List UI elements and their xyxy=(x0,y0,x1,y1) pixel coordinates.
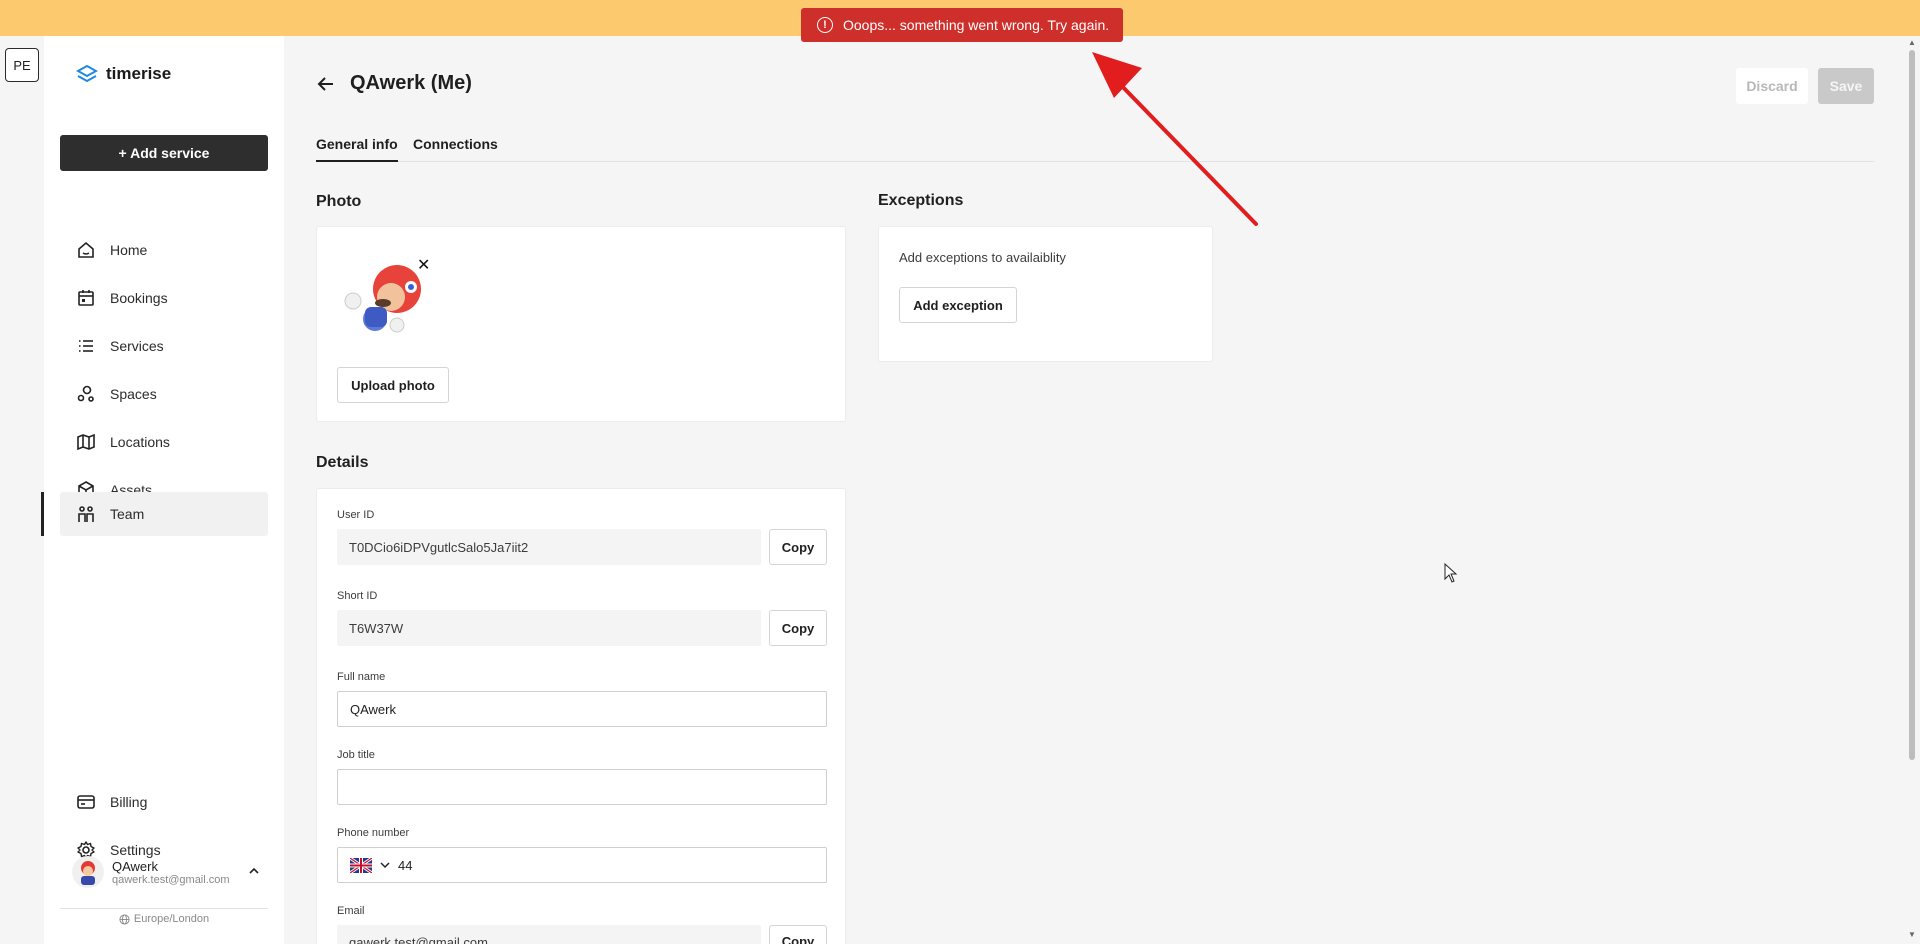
credit-card-icon xyxy=(76,792,96,812)
globe-icon xyxy=(119,913,130,925)
user-name: QAwerk xyxy=(112,858,158,874)
sidebar-item-label: Home xyxy=(110,242,148,258)
sidebar-item-bookings[interactable]: Bookings xyxy=(60,276,268,320)
uk-flag-icon xyxy=(350,857,372,873)
photo-section-title: Photo xyxy=(316,193,362,210)
page-title: QAwerk (Me) xyxy=(350,72,472,94)
timezone-indicator[interactable]: Europe/London xyxy=(60,913,268,925)
list-icon xyxy=(76,336,96,356)
toast-message: Ooops... something went wrong. Try again… xyxy=(843,17,1110,33)
page-scrollbar[interactable]: ▲ ▼ xyxy=(1904,36,1920,944)
sidebar-item-label: Spaces xyxy=(110,386,157,402)
exceptions-description: Add exceptions to availaiblity xyxy=(899,250,1066,265)
user-avatar xyxy=(72,856,104,888)
job-title-label: Job title xyxy=(337,749,375,761)
short-id-label: Short ID xyxy=(337,590,378,602)
copy-user-id-button[interactable]: Copy xyxy=(769,529,827,565)
short-id-field: T6W37W xyxy=(337,610,761,646)
user-menu[interactable]: QAwerk qawerk.test@gmail.com xyxy=(72,852,268,892)
sidebar-item-label: Billing xyxy=(110,794,148,810)
sidebar-item-services[interactable]: Services xyxy=(60,324,268,368)
home-icon xyxy=(76,240,96,260)
chevron-up-icon[interactable] xyxy=(248,864,260,882)
spaces-icon xyxy=(76,384,96,404)
user-email: qawerk.test@gmail.com xyxy=(112,873,230,886)
details-section-title: Details xyxy=(316,454,369,471)
sidebar: timerise + Add service Home Bookings Ser… xyxy=(41,36,284,944)
phone-number-field: 44 xyxy=(337,847,827,883)
add-exception-button[interactable]: Add exception xyxy=(899,287,1017,323)
sidebar-item-team[interactable]: Team xyxy=(60,492,268,536)
discard-button[interactable]: Discard xyxy=(1736,68,1808,104)
photo-card: ✕ Upload photo xyxy=(316,226,846,422)
sidebar-item-label: Services xyxy=(110,338,164,354)
email-label: Email xyxy=(337,905,365,917)
chevron-down-icon xyxy=(380,862,390,869)
sidebar-item-spaces[interactable]: Spaces xyxy=(60,372,268,416)
timerise-logo-icon xyxy=(76,65,98,83)
sidebar-item-label: Team xyxy=(110,506,145,522)
map-icon xyxy=(76,432,96,452)
alert-circle-icon: ! xyxy=(817,17,833,33)
save-button[interactable]: Save xyxy=(1818,68,1874,104)
calendar-icon xyxy=(76,288,96,308)
job-title-input[interactable] xyxy=(337,769,827,805)
active-nav-indicator xyxy=(41,492,44,536)
workspace-switcher-button[interactable]: PE xyxy=(5,48,39,82)
add-service-button[interactable]: + Add service xyxy=(60,135,268,171)
scroll-up-icon[interactable]: ▲ xyxy=(1908,38,1916,47)
error-toast: ! Ooops... something went wrong. Try aga… xyxy=(801,8,1124,42)
remove-photo-icon[interactable]: ✕ xyxy=(417,255,430,275)
sidebar-item-billing[interactable]: Billing xyxy=(60,780,268,824)
exceptions-card: Add exceptions to availaiblity Add excep… xyxy=(878,226,1213,362)
details-card: User ID T0DCio6iDPVgutlcSalo5Ja7iit2 Cop… xyxy=(316,488,846,944)
mouse-cursor-icon xyxy=(1444,563,1458,583)
back-arrow-icon[interactable] xyxy=(316,74,336,99)
user-id-label: User ID xyxy=(337,509,375,521)
sidebar-item-home[interactable]: Home xyxy=(60,228,268,272)
phone-number-input[interactable]: 44 xyxy=(398,858,412,873)
team-icon xyxy=(76,504,96,524)
exceptions-section-title: Exceptions xyxy=(878,192,964,209)
user-id-field: T0DCio6iDPVgutlcSalo5Ja7iit2 xyxy=(337,529,761,565)
timezone-label: Europe/London xyxy=(133,913,210,925)
tab-general-info[interactable]: General info xyxy=(316,136,398,162)
sidebar-item-label: Locations xyxy=(110,434,170,450)
brand-name: timerise xyxy=(106,64,172,83)
scroll-down-icon[interactable]: ▼ xyxy=(1908,930,1916,939)
scroll-thumb[interactable] xyxy=(1909,50,1915,760)
country-code-select[interactable] xyxy=(350,857,390,873)
full-name-input[interactable]: QAwerk xyxy=(337,691,827,727)
copy-email-button[interactable]: Copy xyxy=(769,925,827,944)
divider xyxy=(60,908,268,909)
upload-photo-button[interactable]: Upload photo xyxy=(337,367,449,403)
tab-connections[interactable]: Connections xyxy=(413,136,498,162)
brand-logo[interactable]: timerise xyxy=(76,64,171,84)
phone-number-label: Phone number xyxy=(337,827,410,839)
copy-short-id-button[interactable]: Copy xyxy=(769,610,827,646)
workspace-rail: PE xyxy=(0,36,44,944)
sidebar-item-label: Bookings xyxy=(110,290,168,306)
sidebar-item-locations[interactable]: Locations xyxy=(60,420,268,464)
annotation-arrow-icon xyxy=(1092,52,1258,226)
email-field: qawerk.test@gmail.com xyxy=(337,925,761,944)
full-name-label: Full name xyxy=(337,671,386,683)
profile-photo: ✕ xyxy=(337,253,437,343)
